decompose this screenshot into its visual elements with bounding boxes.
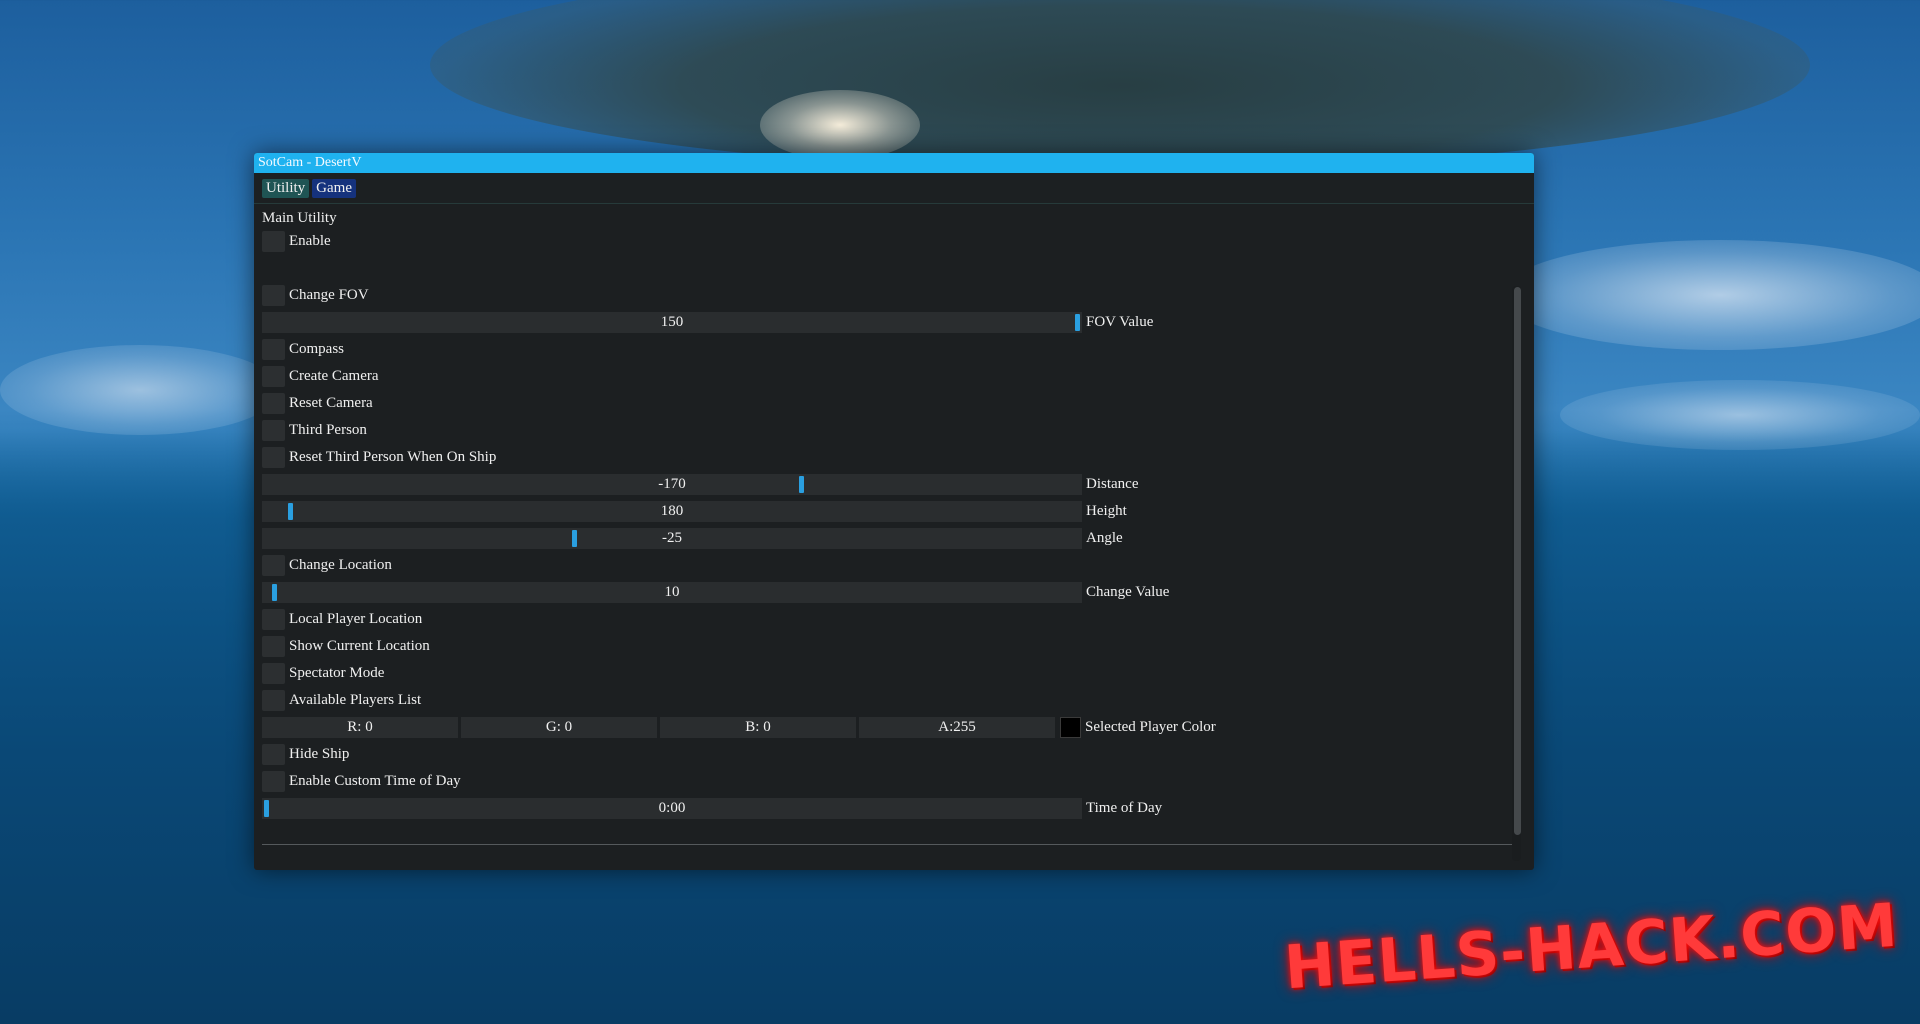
compass-checkbox[interactable]	[262, 339, 285, 360]
change-value-label: Change Value	[1086, 584, 1170, 600]
enable-custom-time-checkbox[interactable]	[262, 771, 285, 792]
cloud-right-low	[1560, 380, 1920, 450]
watermark-logo: HELLS-HACK.COM	[1281, 890, 1900, 1004]
window-titlebar[interactable]: SotCam - DesertV	[254, 153, 1534, 173]
time-of-day-slider-row: 0:00 Time of Day	[262, 795, 1534, 822]
angle-value-text: -25	[662, 530, 682, 546]
enable-row[interactable]: Enable	[262, 228, 1534, 255]
local-player-location-label: Local Player Location	[289, 611, 423, 627]
reset-third-person-checkbox[interactable]	[262, 447, 285, 468]
fov-slider-row: 150 FOV Value	[262, 309, 1534, 336]
spectator-mode-row[interactable]: Spectator Mode	[262, 660, 1534, 687]
color-g-field[interactable]: G: 0	[461, 717, 657, 738]
spectator-mode-label: Spectator Mode	[289, 665, 385, 681]
time-of-day-slider[interactable]: 0:00	[262, 798, 1082, 819]
spectator-mode-checkbox[interactable]	[262, 663, 285, 684]
create-camera-label: Create Camera	[289, 368, 379, 384]
available-players-list-label: Available Players List	[289, 692, 422, 708]
change-location-row[interactable]: Change Location	[262, 552, 1534, 579]
section-title: Main Utility	[262, 210, 337, 226]
create-camera-row[interactable]: Create Camera	[262, 363, 1534, 390]
color-r-field[interactable]: R: 0	[262, 717, 458, 738]
distance-slider-grab[interactable]	[799, 476, 805, 493]
color-b-field[interactable]: B: 0	[660, 717, 856, 738]
time-of-day-value-text: 0:00	[658, 800, 686, 816]
create-camera-checkbox[interactable]	[262, 366, 285, 387]
height-slider-row: 180 Height	[262, 498, 1534, 525]
storm-cloud	[430, 0, 1810, 170]
fov-slider-grab[interactable]	[1075, 314, 1080, 331]
hide-ship-row[interactable]: Hide Ship	[262, 741, 1534, 768]
reset-third-person-row[interactable]: Reset Third Person When On Ship	[262, 444, 1534, 471]
hide-ship-label: Hide Ship	[289, 746, 350, 762]
cloud-left	[0, 345, 280, 435]
show-current-location-row[interactable]: Show Current Location	[262, 633, 1534, 660]
tab-bar: Utility Game	[254, 173, 1534, 204]
utility-panel: Main Utility Enable Change FOV 150 FOV V…	[254, 204, 1534, 822]
angle-slider-grab[interactable]	[572, 530, 578, 547]
player-color-label: Selected Player Color	[1085, 719, 1216, 735]
change-fov-checkbox[interactable]	[262, 285, 285, 306]
reset-camera-row[interactable]: Reset Camera	[262, 390, 1534, 417]
distance-value-text: -170	[658, 476, 686, 492]
height-value-text: 180	[660, 503, 684, 519]
change-value-slider-row: 10 Change Value	[262, 579, 1534, 606]
available-players-list-row[interactable]: Available Players List	[262, 687, 1534, 714]
reset-third-person-label: Reset Third Person When On Ship	[289, 449, 497, 465]
change-fov-row[interactable]: Change FOV	[262, 282, 1534, 309]
hide-ship-checkbox[interactable]	[262, 744, 285, 765]
angle-label: Angle	[1086, 530, 1123, 546]
show-current-location-label: Show Current Location	[289, 638, 430, 654]
change-location-checkbox[interactable]	[262, 555, 285, 576]
local-player-location-row[interactable]: Local Player Location	[262, 606, 1534, 633]
third-person-label: Third Person	[289, 422, 367, 438]
sotcam-window: SotCam - DesertV Utility Game Main Utili…	[254, 153, 1534, 870]
change-value-slider-grab[interactable]	[272, 584, 278, 601]
sunlit-cloud	[760, 90, 920, 160]
time-of-day-label: Time of Day	[1086, 800, 1163, 816]
enable-label: Enable	[289, 233, 331, 249]
bottom-separator	[262, 844, 1514, 845]
third-person-row[interactable]: Third Person	[262, 417, 1534, 444]
tab-utility[interactable]: Utility	[262, 178, 310, 198]
compass-label: Compass	[289, 341, 345, 357]
local-player-location-checkbox[interactable]	[262, 609, 285, 630]
fov-value-slider[interactable]: 150	[262, 312, 1082, 333]
change-location-label: Change Location	[289, 557, 392, 573]
height-label: Height	[1086, 503, 1127, 519]
tab-game[interactable]: Game	[312, 178, 356, 198]
change-value-slider[interactable]: 10	[262, 582, 1082, 603]
player-color-row: R: 0 G: 0 B: 0 A:255 Selected Player Col…	[262, 714, 1534, 741]
height-slider-grab[interactable]	[288, 503, 294, 520]
reset-camera-label: Reset Camera	[289, 395, 373, 411]
cloud-right	[1500, 240, 1920, 350]
enable-checkbox[interactable]	[262, 231, 285, 252]
angle-slider[interactable]: -25	[262, 528, 1082, 549]
distance-slider[interactable]: -170	[262, 474, 1082, 495]
player-color-swatch[interactable]	[1060, 717, 1081, 738]
color-a-field[interactable]: A:255	[859, 717, 1055, 738]
enable-custom-time-label: Enable Custom Time of Day	[289, 773, 461, 789]
show-current-location-checkbox[interactable]	[262, 636, 285, 657]
time-of-day-slider-grab[interactable]	[264, 800, 269, 817]
reset-camera-checkbox[interactable]	[262, 393, 285, 414]
angle-slider-row: -25 Angle	[262, 525, 1534, 552]
change-fov-label: Change FOV	[289, 287, 369, 303]
scrollbar-thumb[interactable]	[1514, 287, 1521, 835]
available-players-list-checkbox[interactable]	[262, 690, 285, 711]
fov-value-text: 150	[660, 314, 684, 330]
distance-label: Distance	[1086, 476, 1139, 492]
compass-row[interactable]: Compass	[262, 336, 1534, 363]
enable-custom-time-row[interactable]: Enable Custom Time of Day	[262, 768, 1534, 795]
third-person-checkbox[interactable]	[262, 420, 285, 441]
change-value-text: 10	[664, 584, 680, 600]
height-slider[interactable]: 180	[262, 501, 1082, 522]
distance-slider-row: -170 Distance	[262, 471, 1534, 498]
fov-value-label: FOV Value	[1086, 314, 1154, 330]
